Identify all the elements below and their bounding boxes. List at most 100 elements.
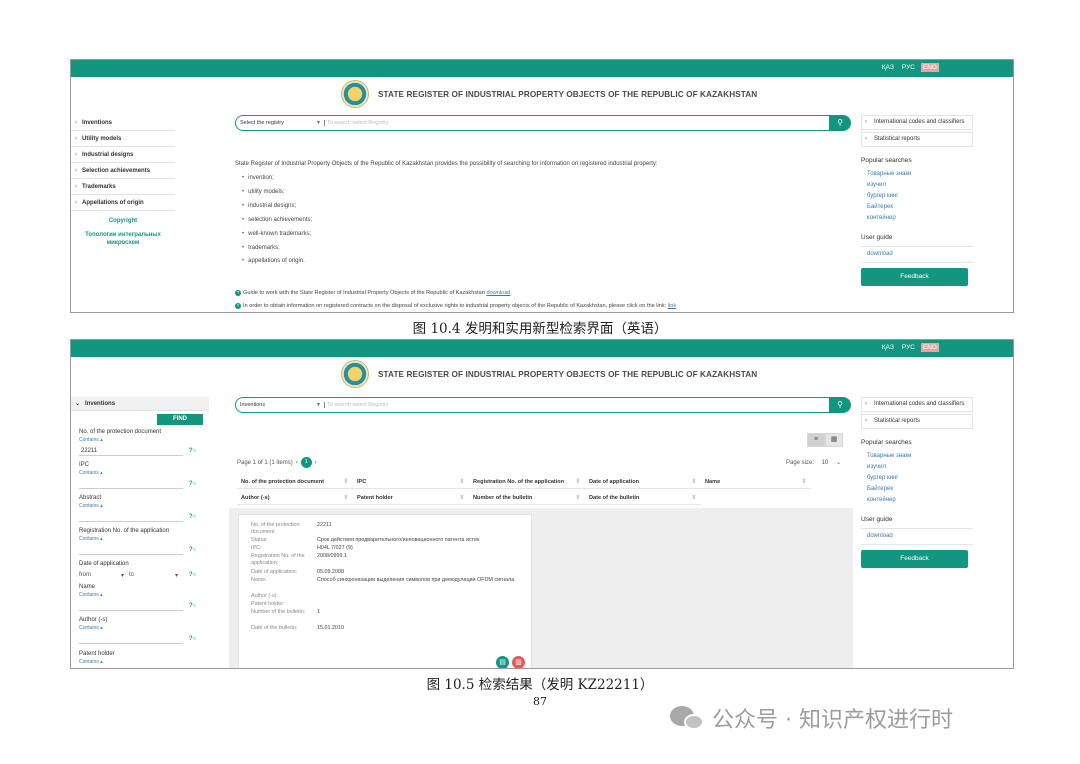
lang-kaz[interactable]: ҚАЗ bbox=[880, 63, 896, 72]
prev-page-icon[interactable]: ‹ bbox=[296, 460, 298, 466]
column-header[interactable]: IPC ⊽ bbox=[353, 475, 469, 489]
sidebar-item-inventions[interactable]: › Inventions bbox=[71, 115, 175, 131]
find-button[interactable]: FIND bbox=[157, 414, 203, 425]
date-to-input[interactable]: to bbox=[129, 572, 134, 578]
feedback-button[interactable]: Feedback bbox=[861, 268, 968, 286]
contains-toggle[interactable]: Contains ▴ bbox=[79, 503, 103, 509]
date-to-picker-icon[interactable]: ▾ bbox=[175, 572, 178, 579]
popular-search-item[interactable]: контейнер bbox=[861, 213, 973, 224]
help-icon[interactable]: ?○ bbox=[189, 636, 203, 643]
pdf-icon[interactable]: ▥ bbox=[512, 656, 525, 668]
grid-view-icon[interactable]: ▦ bbox=[825, 433, 843, 447]
contracts-link[interactable]: link bbox=[668, 303, 676, 309]
result-card[interactable]: No. of the protection document 22211 Stat… bbox=[238, 514, 532, 668]
user-guide-download-link[interactable]: download bbox=[861, 249, 973, 260]
sidebar-item-appellations[interactable]: › Appellations of origin bbox=[71, 195, 175, 211]
contains-toggle[interactable]: Contains ▴ bbox=[79, 536, 103, 542]
intl-codes-link[interactable]: › International codes and classifiers bbox=[861, 115, 973, 130]
popular-search-item[interactable]: Товарные знаки bbox=[861, 451, 973, 462]
sidebar-item-utility-models[interactable]: › Utility models bbox=[71, 131, 175, 147]
filter-panel-header[interactable]: ⌄ Inventions bbox=[71, 397, 209, 411]
abstract-input[interactable] bbox=[79, 512, 183, 522]
filter-icon[interactable]: ⊽ bbox=[692, 491, 696, 505]
registry-select[interactable]: Inventions bbox=[240, 402, 265, 408]
contains-toggle[interactable]: Contains ▴ bbox=[79, 592, 103, 598]
list-view-icon[interactable]: ≡ bbox=[807, 433, 825, 447]
registry-select[interactable]: Select the registry bbox=[240, 120, 284, 126]
lang-kaz[interactable]: ҚАЗ bbox=[880, 343, 896, 352]
filter-icon[interactable]: ⊽ bbox=[692, 475, 696, 489]
popular-search-item[interactable]: бургер кинг bbox=[861, 191, 973, 202]
page-size-select[interactable]: 10 bbox=[822, 460, 829, 466]
column-header[interactable]: Patent holder ⊽ bbox=[353, 491, 469, 505]
reg-no-input[interactable] bbox=[79, 545, 183, 555]
filter-label-abstract: Abstract bbox=[79, 495, 102, 501]
filter-icon[interactable]: ⊽ bbox=[576, 491, 580, 505]
popular-search-item[interactable]: изучил bbox=[861, 462, 973, 473]
sidebar-item-selection-achievements[interactable]: › Selection achievements bbox=[71, 163, 175, 179]
popular-search-item[interactable]: контейнер bbox=[861, 495, 973, 506]
filter-icon[interactable]: ⊽ bbox=[344, 491, 348, 505]
user-guide-download-link[interactable]: download bbox=[861, 531, 973, 542]
help-icon[interactable]: ?○ bbox=[189, 481, 203, 488]
date-from-picker-icon[interactable]: ▾ bbox=[121, 572, 124, 579]
help-icon[interactable]: ?○ bbox=[189, 572, 203, 579]
column-header[interactable]: Registration No. of the application ⊽ bbox=[469, 475, 585, 489]
sidebar-item-industrial-designs[interactable]: › Industrial designs bbox=[71, 147, 175, 163]
filter-icon[interactable]: ⊽ bbox=[460, 475, 464, 489]
popular-search-item[interactable]: Байтерек bbox=[861, 202, 973, 213]
lang-eng[interactable]: ENG bbox=[920, 63, 939, 72]
chevron-right-icon: › bbox=[75, 152, 77, 158]
document-icon[interactable]: ▤ bbox=[496, 656, 509, 668]
filter-icon[interactable]: ⊽ bbox=[460, 491, 464, 505]
sidebar-item-trademarks[interactable]: › Trademarks bbox=[71, 179, 175, 195]
contains-toggle[interactable]: Contains ▴ bbox=[79, 659, 103, 665]
popular-search-item[interactable]: Байтерек bbox=[861, 484, 973, 495]
popular-search-item[interactable]: бургер кинг bbox=[861, 473, 973, 484]
contains-toggle[interactable]: Contains ▴ bbox=[79, 437, 103, 443]
search-input[interactable]: To search select Registry bbox=[324, 120, 388, 126]
date-from-input[interactable]: from bbox=[79, 572, 91, 578]
column-header[interactable]: No. of the protection document ⊽ bbox=[237, 475, 353, 489]
page-button-current[interactable]: 1 bbox=[300, 457, 312, 468]
help-icon[interactable]: ?○ bbox=[189, 547, 203, 554]
filter-icon[interactable]: ⊽ bbox=[344, 475, 348, 489]
filter-icon[interactable]: ⊽ bbox=[802, 475, 806, 489]
column-header[interactable]: Date of the bulletin ⊽ bbox=[585, 491, 701, 505]
help-icon[interactable]: ?○ bbox=[189, 514, 203, 521]
help-icon[interactable]: ?○ bbox=[189, 603, 203, 610]
intl-codes-link[interactable]: › International codes and classifiers bbox=[861, 397, 973, 412]
column-header[interactable]: Date of application ⊽ bbox=[585, 475, 701, 489]
feedback-button[interactable]: Feedback bbox=[861, 550, 968, 568]
filter-icon[interactable]: ⊽ bbox=[576, 475, 580, 489]
dropdown-arrow-icon[interactable]: ▼ bbox=[316, 402, 321, 408]
search-button[interactable]: ⚲ bbox=[829, 397, 851, 413]
name-input[interactable] bbox=[79, 601, 183, 611]
search-input[interactable]: To search select Registry bbox=[324, 402, 388, 408]
statistical-reports-link[interactable]: › Statistical reports bbox=[861, 414, 973, 429]
popular-search-item[interactable]: Товарные знаки bbox=[861, 169, 973, 180]
column-header[interactable]: Number of the bulletin ⊽ bbox=[469, 491, 585, 505]
author-input[interactable] bbox=[79, 634, 183, 644]
chevron-right-icon: › bbox=[75, 184, 77, 190]
chevron-down-icon[interactable]: ⌄ bbox=[836, 460, 841, 466]
statistical-reports-link[interactable]: › Statistical reports bbox=[861, 132, 973, 147]
lang-eng[interactable]: ENG bbox=[920, 343, 939, 352]
copyright-link[interactable]: Copyright bbox=[71, 217, 175, 225]
search-button[interactable]: ⚲ bbox=[829, 115, 851, 131]
ipc-input[interactable] bbox=[79, 479, 183, 489]
popular-search-item[interactable]: изучил bbox=[861, 180, 973, 191]
lang-rus[interactable]: РУС bbox=[900, 63, 917, 72]
popular-searches-title: Popular searches bbox=[861, 157, 912, 164]
next-page-icon[interactable]: › bbox=[315, 460, 317, 466]
column-header[interactable]: Name ⊽ bbox=[701, 475, 811, 489]
help-icon[interactable]: ?○ bbox=[189, 448, 203, 455]
topology-link[interactable]: Топологии интегральных микросхем bbox=[71, 231, 175, 247]
doc-no-input[interactable]: 22211 bbox=[79, 446, 183, 456]
dropdown-arrow-icon[interactable]: ▼ bbox=[316, 120, 321, 126]
column-header[interactable]: Author (-s) ⊽ bbox=[237, 491, 353, 505]
contains-toggle[interactable]: Contains ▴ bbox=[79, 470, 103, 476]
guide-download-link[interactable]: download bbox=[486, 290, 510, 296]
contains-toggle[interactable]: Contains ▴ bbox=[79, 625, 103, 631]
lang-rus[interactable]: РУС bbox=[900, 343, 917, 352]
